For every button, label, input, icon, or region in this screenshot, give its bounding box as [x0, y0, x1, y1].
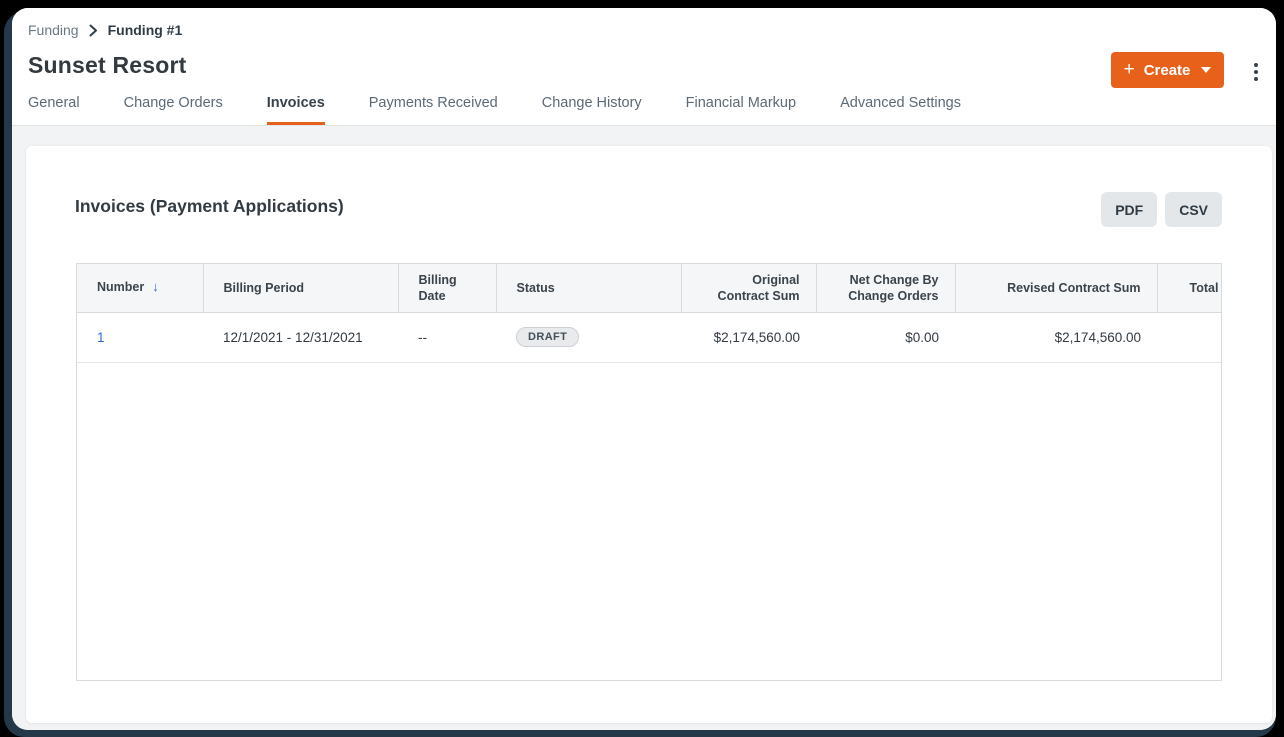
tab-general[interactable]: General [28, 95, 80, 125]
revised-contract-sum-cell: $2,174,560.00 [955, 312, 1157, 362]
column-header-original-contract-sum: Original Contract Sum [681, 264, 816, 312]
csv-export-button[interactable]: CSV [1165, 192, 1222, 227]
invoice-row[interactable]: 1 12/1/2021 - 12/31/2021 -- DRAFT $2,174… [77, 312, 1222, 362]
plus-icon: + [1124, 60, 1135, 79]
chevron-down-icon [1201, 67, 1211, 73]
create-button-label: Create [1144, 62, 1191, 79]
column-header-billing-period: Billing Period [203, 264, 398, 312]
page-header: Funding Funding #1 Sunset Resort + Creat… [12, 8, 1276, 125]
original-contract-sum-cell: $2,174,560.00 [681, 312, 816, 362]
invoice-number-cell: 1 [77, 312, 203, 362]
content-area: Invoices (Payment Applications) PDF CSV [12, 125, 1276, 730]
tab-change-history[interactable]: Change History [542, 95, 642, 125]
breadcrumb-current: Funding #1 [108, 22, 183, 38]
sort-desc-icon: ↓ [152, 279, 159, 294]
invoices-card-heading: Invoices (Payment Applications) [75, 196, 344, 217]
column-header-revised-contract-sum: Revised Contract Sum [955, 264, 1157, 312]
chevron-right-icon [89, 24, 98, 37]
tab-change-orders[interactable]: Change Orders [124, 95, 223, 125]
pdf-export-button[interactable]: PDF [1101, 192, 1157, 227]
column-header-net-change: Net Change By Change Orders [816, 264, 955, 312]
tab-payments-received[interactable]: Payments Received [369, 95, 498, 125]
breadcrumb-funding-link[interactable]: Funding [28, 22, 79, 38]
export-buttons: PDF CSV [1101, 192, 1222, 227]
billing-period-cell: 12/1/2021 - 12/31/2021 [203, 312, 398, 362]
total-clipped-cell [1157, 312, 1222, 362]
status-cell: DRAFT [496, 312, 681, 362]
create-button[interactable]: + Create [1111, 52, 1224, 88]
invoices-table: Number↓ Billing Period Billing Date Stat… [76, 263, 1222, 681]
invoice-number-link[interactable]: 1 [97, 330, 105, 345]
net-change-cell: $0.00 [816, 312, 955, 362]
tab-advanced-settings[interactable]: Advanced Settings [840, 95, 961, 125]
kebab-menu-icon[interactable] [1244, 60, 1268, 84]
breadcrumb: Funding Funding #1 [28, 22, 182, 38]
tab-invoices[interactable]: Invoices [267, 95, 325, 125]
status-badge: DRAFT [516, 327, 579, 347]
page-title: Sunset Resort [28, 52, 187, 79]
billing-date-cell: -- [398, 312, 496, 362]
column-header-total-clipped: Total C [1157, 264, 1222, 312]
column-header-number[interactable]: Number↓ [77, 264, 203, 312]
app-window: Funding Funding #1 Sunset Resort + Creat… [12, 8, 1276, 730]
table-header-row: Number↓ Billing Period Billing Date Stat… [77, 264, 1222, 312]
invoices-card: Invoices (Payment Applications) PDF CSV [26, 146, 1272, 723]
tab-financial-markup[interactable]: Financial Markup [686, 95, 796, 125]
column-header-billing-date: Billing Date [398, 264, 496, 312]
column-header-status: Status [496, 264, 681, 312]
tab-bar: General Change Orders Invoices Payments … [28, 95, 961, 125]
